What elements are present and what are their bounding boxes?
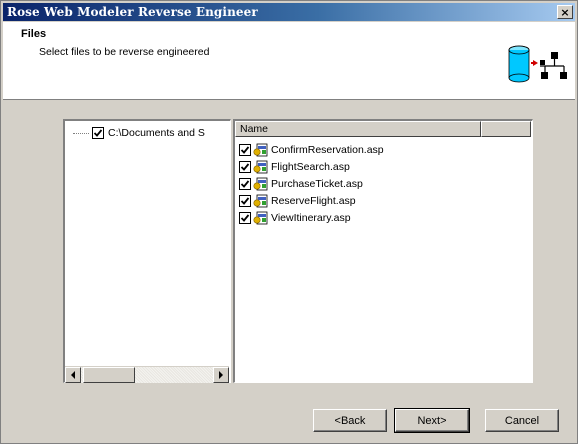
list-item[interactable]: ConfirmReservation.asp <box>239 141 384 158</box>
scroll-left-button[interactable] <box>65 367 81 383</box>
checkmark-icon <box>240 179 250 188</box>
column-header-name[interactable]: Name <box>235 121 481 137</box>
checkmark-icon <box>240 196 250 205</box>
file-checkbox[interactable] <box>239 194 251 207</box>
file-name: PurchaseTicket.asp <box>271 177 363 190</box>
file-name: FlightSearch.asp <box>271 160 350 173</box>
list-item[interactable]: FlightSearch.asp <box>239 158 350 175</box>
file-checkbox[interactable] <box>239 160 251 173</box>
tree-connector <box>73 132 89 134</box>
file-list[interactable]: Name ConfirmReservation.asp FlightSearch… <box>233 119 533 383</box>
tree-item-checkbox[interactable] <box>92 127 104 139</box>
asp-file-icon <box>253 177 268 190</box>
close-button[interactable]: × <box>557 5 573 19</box>
next-button[interactable]: Next> <box>394 408 470 433</box>
file-checkbox[interactable] <box>239 211 251 224</box>
scroll-thumb[interactable] <box>83 367 135 383</box>
title-bar[interactable]: Rose Web Modeler Reverse Engineer × <box>3 3 575 21</box>
list-item[interactable]: PurchaseTicket.asp <box>239 175 363 192</box>
file-checkbox[interactable] <box>239 143 251 156</box>
list-header: Name <box>235 121 531 137</box>
database-to-model-icon <box>508 45 567 83</box>
checkmark-icon <box>240 162 250 171</box>
file-name: ConfirmReservation.asp <box>271 143 384 156</box>
page-title: Files <box>21 28 47 40</box>
checkmark-icon <box>240 145 250 154</box>
column-header-extra[interactable] <box>481 121 531 137</box>
window-title: Rose Web Modeler Reverse Engineer <box>7 5 258 19</box>
list-item[interactable]: ReserveFlight.asp <box>239 192 356 209</box>
tree-horizontal-scrollbar[interactable] <box>65 366 229 383</box>
list-item[interactable]: ViewItinerary.asp <box>239 209 351 226</box>
asp-file-icon <box>253 160 268 173</box>
file-checkbox[interactable] <box>239 177 251 190</box>
cancel-button[interactable]: Cancel <box>485 409 559 432</box>
arrow-left-icon <box>71 371 75 379</box>
tree-item-folder[interactable]: C:\Documents and S <box>73 125 225 141</box>
back-button[interactable]: <Back <box>313 409 387 432</box>
tree-item-label: C:\Documents and S <box>108 127 205 139</box>
scroll-right-button[interactable] <box>213 367 229 383</box>
arrow-right-icon <box>219 371 223 379</box>
asp-file-icon <box>253 194 268 207</box>
asp-file-icon <box>253 143 268 156</box>
file-name: ReserveFlight.asp <box>271 194 356 207</box>
asp-file-icon <box>253 211 268 224</box>
checkmark-icon <box>240 213 250 222</box>
dialog-window: Rose Web Modeler Reverse Engineer × File… <box>0 0 578 444</box>
checkmark-icon <box>93 129 103 137</box>
wizard-header: Files Select files to be reverse enginee… <box>3 22 575 100</box>
folder-tree[interactable]: C:\Documents and S <box>63 119 231 383</box>
page-subtitle: Select files to be reverse engineered <box>39 46 210 58</box>
file-name: ViewItinerary.asp <box>271 211 351 224</box>
